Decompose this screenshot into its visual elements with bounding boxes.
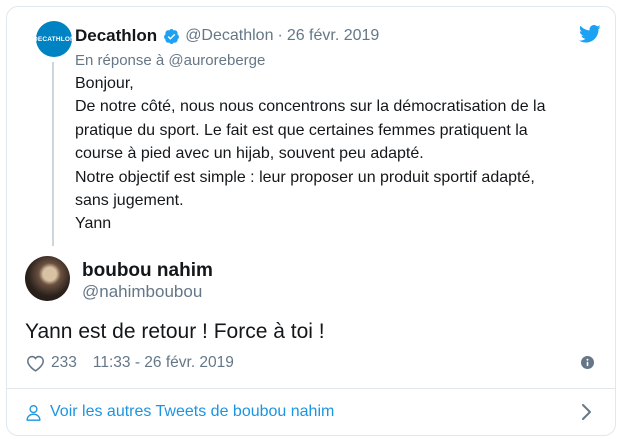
twitter-bird-icon[interactable] bbox=[579, 24, 601, 44]
parent-body-line: Notre objectif est simple : leur propose… bbox=[75, 168, 535, 186]
footer-divider bbox=[7, 388, 615, 389]
tweet-timestamp[interactable]: 11:33 - 26 févr. 2019 bbox=[93, 354, 234, 372]
decathlon-avatar[interactable]: DECATHLON bbox=[32, 21, 76, 57]
parent-tweet-header: Decathlon @Decathlon · 26 févr. 2019 bbox=[75, 26, 379, 46]
parent-body-line: pratique du sport. Le fait est que certa… bbox=[75, 121, 528, 139]
like-count[interactable]: 233 bbox=[51, 354, 77, 372]
parent-tweet-body: Bonjour, De notre côté, nous nous concen… bbox=[75, 72, 605, 236]
chevron-right-icon[interactable] bbox=[580, 403, 594, 421]
parent-author-name[interactable]: Decathlon bbox=[75, 26, 157, 46]
parent-body-line: De notre côté, nous nous concentrons sur… bbox=[75, 98, 546, 116]
info-icon[interactable] bbox=[581, 356, 594, 369]
author-handle[interactable]: @nahimboubou bbox=[82, 282, 202, 302]
decathlon-logo-text: DECATHLON bbox=[32, 35, 76, 43]
person-icon bbox=[26, 404, 41, 421]
heart-icon[interactable] bbox=[26, 355, 45, 372]
parent-body-line: Bonjour, bbox=[75, 75, 134, 92]
reply-to-label[interactable]: En réponse à @auroreberge bbox=[75, 52, 265, 69]
author-name[interactable]: boubou nahim bbox=[82, 260, 213, 282]
more-tweets-label: Voir les autres Tweets de boubou nahim bbox=[50, 403, 335, 420]
more-tweets-link[interactable]: Voir les autres Tweets de boubou nahim bbox=[25, 401, 334, 423]
author-avatar[interactable] bbox=[25, 256, 70, 301]
parent-author-handle[interactable]: @Decathlon bbox=[185, 27, 273, 45]
parent-body-line: course à pied avec un hijab, souvent peu… bbox=[75, 145, 424, 163]
tweet-meta-row: 233 11:33 - 26 févr. 2019 bbox=[26, 353, 234, 373]
header-separator: · bbox=[277, 27, 283, 44]
parent-tweet-date[interactable]: 26 févr. 2019 bbox=[287, 27, 380, 45]
parent-body-line: Yann bbox=[75, 215, 112, 233]
tweet-text: Yann est de retour ! Force à toi ! bbox=[25, 320, 325, 343]
thread-connector-line bbox=[52, 62, 54, 246]
verified-badge-icon bbox=[164, 28, 180, 44]
parent-body-line: sans jugement. bbox=[75, 192, 184, 210]
